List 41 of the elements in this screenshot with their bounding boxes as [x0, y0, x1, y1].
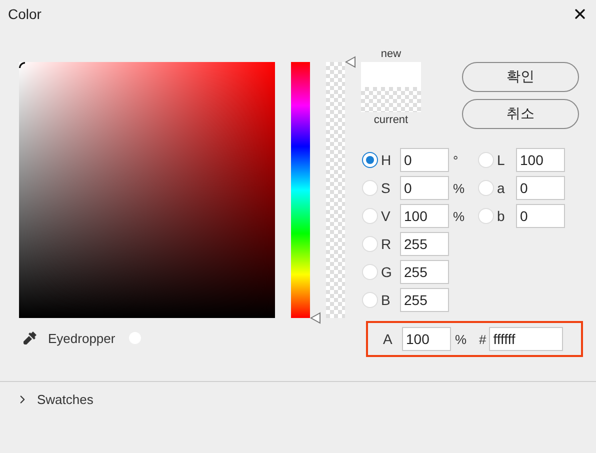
channel-label: B — [380, 292, 392, 308]
swatches-label[interactable]: Swatches — [37, 392, 94, 407]
hue-thumb[interactable] — [310, 312, 321, 324]
eyedropper-icon[interactable] — [22, 330, 38, 346]
channel-label: a — [496, 180, 506, 196]
channel-label: V — [380, 208, 392, 224]
channel-label: G — [380, 264, 393, 280]
color-preview — [361, 62, 421, 112]
unit-label: % — [454, 332, 468, 346]
channel-label: b — [496, 208, 506, 224]
input-field[interactable]: 0 — [516, 176, 565, 200]
hash-label: # — [479, 332, 486, 346]
current-label: current — [374, 113, 408, 128]
picker-marker[interactable] — [19, 62, 25, 68]
input-field[interactable]: 100 — [400, 204, 449, 228]
channel-label: A — [382, 331, 394, 347]
new-label: new — [380, 47, 402, 62]
color-field[interactable] — [19, 62, 275, 318]
confirm-button[interactable]: 확인 — [462, 62, 579, 92]
input-field[interactable]: 255 — [400, 232, 449, 256]
channel-label: H — [380, 152, 392, 168]
window-title: Color — [8, 6, 42, 22]
input-field[interactable]: 0 — [400, 176, 449, 200]
input-field[interactable]: 255 — [400, 288, 449, 312]
input-field[interactable]: 255 — [400, 260, 449, 284]
channel-label: R — [380, 236, 392, 252]
channel-label: S — [380, 180, 392, 196]
unit-label: % — [452, 208, 466, 224]
close-icon[interactable] — [572, 6, 588, 22]
alpha-thumb[interactable] — [345, 56, 356, 68]
eyedropper-label: Eyedropper — [48, 330, 116, 346]
cancel-button[interactable]: 취소 — [462, 99, 579, 129]
input-field[interactable]: 100 — [516, 148, 565, 172]
hex-field[interactable]: ffffff — [489, 327, 564, 351]
unit-label: ° — [452, 152, 460, 168]
channel-label: L — [496, 152, 506, 168]
input-field[interactable]: 100 — [402, 327, 451, 351]
input-field[interactable]: 0 — [400, 148, 449, 172]
radio-button[interactable] — [362, 152, 378, 168]
input-field[interactable]: 0 — [516, 204, 565, 228]
unit-label: % — [452, 180, 466, 196]
